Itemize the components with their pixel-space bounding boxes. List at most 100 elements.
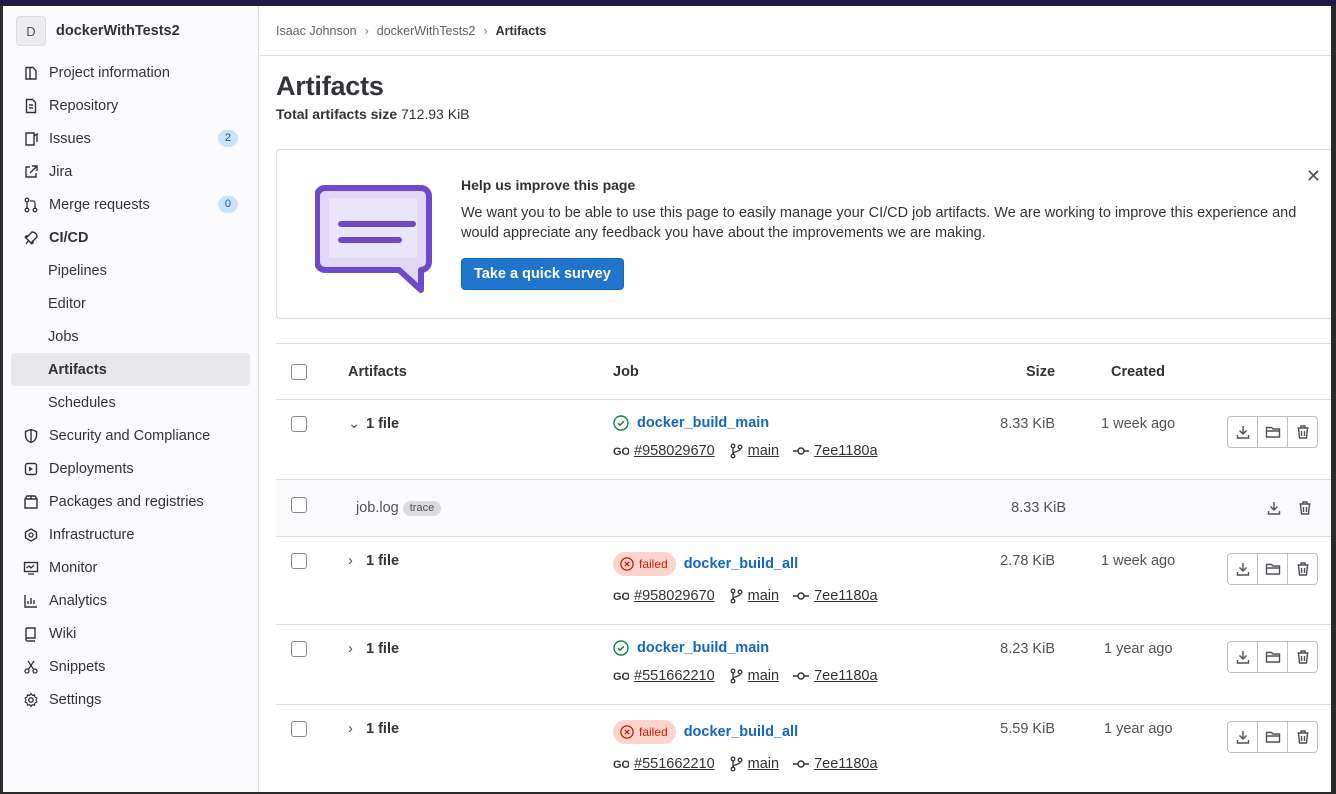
file-name: job.log trace xyxy=(356,500,442,516)
commit-link[interactable]: 7ee1180a xyxy=(814,756,877,772)
job-link[interactable]: docker_build_all xyxy=(684,724,798,740)
sidebar-item-monitor[interactable]: Monitor xyxy=(3,551,258,584)
sidebar-item-packages[interactable]: Packages and registries xyxy=(3,485,258,518)
monitor-icon xyxy=(23,560,39,576)
file-count-toggle[interactable]: › 1 file xyxy=(348,641,399,657)
branch-link[interactable]: main xyxy=(748,756,779,772)
branch-icon xyxy=(730,756,743,772)
rocket-icon xyxy=(23,230,39,246)
browse-button[interactable] xyxy=(1257,641,1288,673)
file-checkbox[interactable] xyxy=(291,497,307,513)
pipeline-link[interactable]: #958029670 xyxy=(634,443,715,459)
branch-link[interactable]: main xyxy=(748,443,779,459)
pipeline-link[interactable]: #551662210 xyxy=(634,756,715,772)
commit-link[interactable]: 7ee1180a xyxy=(814,668,877,684)
delete-button[interactable] xyxy=(1287,641,1318,673)
app-window: D dockerWithTests2 Project information R… xyxy=(3,5,1331,792)
table-row: › 1 file failed docker_build_all GO #95802… xyxy=(276,537,1331,625)
file-count-toggle[interactable]: › 1 file xyxy=(348,553,399,569)
sidebar-item-editor[interactable]: Editor xyxy=(3,287,258,320)
status-badge: failed xyxy=(613,552,676,576)
row-checkbox[interactable] xyxy=(291,721,307,737)
pipeline-link[interactable]: #551662210 xyxy=(634,668,715,684)
commit-icon xyxy=(793,672,810,680)
delete-button[interactable] xyxy=(1287,553,1318,585)
sidebar-item-merge-requests[interactable]: Merge requests 0 xyxy=(3,188,258,221)
deployments-icon xyxy=(23,461,39,477)
sidebar-project[interactable]: D dockerWithTests2 xyxy=(3,6,258,56)
download-button[interactable] xyxy=(1227,553,1258,585)
sidebar-nav: Project information Repository Issues 2 … xyxy=(3,56,258,716)
breadcrumb-user[interactable]: Isaac Johnson xyxy=(276,24,357,38)
close-icon[interactable]: ✕ xyxy=(1306,166,1321,187)
sidebar-item-security[interactable]: Security and Compliance xyxy=(3,419,258,452)
sidebar-item-issues[interactable]: Issues 2 xyxy=(3,122,258,155)
sidebar-item-schedules[interactable]: Schedules xyxy=(3,386,258,419)
row-actions xyxy=(1227,721,1318,753)
delete-button[interactable] xyxy=(1287,416,1318,448)
sidebar-item-label: CI/CD xyxy=(49,229,89,246)
row-actions xyxy=(1227,416,1318,448)
browse-button[interactable] xyxy=(1257,416,1288,448)
total-size-value: 712.93 KiB xyxy=(401,106,470,122)
browse-button[interactable] xyxy=(1257,721,1288,753)
row-checkbox[interactable] xyxy=(291,416,307,432)
status-failed-icon xyxy=(620,725,634,739)
sidebar-item-jobs[interactable]: Jobs xyxy=(3,320,258,353)
sidebar-item-jira[interactable]: Jira xyxy=(3,155,258,188)
branch-link[interactable]: main xyxy=(748,668,779,684)
delete-file-button[interactable] xyxy=(1289,492,1320,524)
sidebar-item-label: Editor xyxy=(48,295,86,312)
folder-icon xyxy=(1265,563,1280,575)
artifact-created: 1 year ago xyxy=(1104,721,1173,737)
delete-button[interactable] xyxy=(1287,721,1318,753)
row-checkbox[interactable] xyxy=(291,641,307,657)
sidebar-item-infrastructure[interactable]: Infrastructure xyxy=(3,518,258,551)
sidebar-item-cicd[interactable]: CI/CD xyxy=(3,221,258,254)
pipeline-link[interactable]: #958029670 xyxy=(634,588,715,604)
download-button[interactable] xyxy=(1227,721,1258,753)
file-count-toggle[interactable]: › 1 file xyxy=(348,721,399,737)
sidebar-item-label: Wiki xyxy=(49,625,77,642)
download-button[interactable] xyxy=(1227,416,1258,448)
merge-request-icon xyxy=(23,197,39,213)
sidebar-item-snippets[interactable]: Snippets xyxy=(3,650,258,683)
breadcrumb-project[interactable]: dockerWithTests2 xyxy=(377,24,476,38)
chevron-right-icon: › xyxy=(483,23,488,38)
sidebar-item-label: Jira xyxy=(49,163,73,180)
commit-link[interactable]: 7ee1180a xyxy=(814,588,877,604)
branch-icon xyxy=(730,668,743,684)
breadcrumb-current[interactable]: Artifacts xyxy=(496,24,547,38)
status-label: failed xyxy=(639,557,668,571)
file-count-toggle[interactable]: ⌄ 1 file xyxy=(348,416,399,432)
commit-icon xyxy=(793,592,810,600)
commit-icon xyxy=(793,760,810,768)
sidebar-item-analytics[interactable]: Analytics xyxy=(3,584,258,617)
job-cell: docker_build_main xyxy=(613,640,769,656)
download-file-button[interactable] xyxy=(1258,492,1289,524)
branch-link[interactable]: main xyxy=(748,588,779,604)
column-header-artifacts: Artifacts xyxy=(348,364,407,380)
commit-link[interactable]: 7ee1180a xyxy=(814,443,877,459)
sidebar-item-artifacts[interactable]: Artifacts xyxy=(11,353,250,386)
job-link[interactable]: docker_build_main xyxy=(637,640,769,656)
sidebar-item-settings[interactable]: Settings xyxy=(3,683,258,716)
sidebar-item-wiki[interactable]: Wiki xyxy=(3,617,258,650)
pipeline-icon: GO xyxy=(613,759,629,771)
select-all-checkbox[interactable] xyxy=(291,364,307,380)
sidebar-item-project-information[interactable]: Project information xyxy=(3,56,258,89)
download-button[interactable] xyxy=(1227,641,1258,673)
job-link[interactable]: docker_build_main xyxy=(637,415,769,431)
take-survey-button[interactable]: Take a quick survey xyxy=(461,258,624,290)
job-cell: failed docker_build_all xyxy=(613,552,798,576)
row-checkbox[interactable] xyxy=(291,553,307,569)
sidebar-item-pipelines[interactable]: Pipelines xyxy=(3,254,258,287)
commit-icon xyxy=(793,447,810,455)
column-header-job: Job xyxy=(613,364,639,380)
job-link[interactable]: docker_build_all xyxy=(684,556,798,572)
sidebar-item-repository[interactable]: Repository xyxy=(3,89,258,122)
artifacts-table: Artifacts Job Size Created ⌄ 1 file docke… xyxy=(276,343,1331,792)
browse-button[interactable] xyxy=(1257,553,1288,585)
sidebar-item-deployments[interactable]: Deployments xyxy=(3,452,258,485)
sidebar-item-label: Settings xyxy=(49,691,102,708)
